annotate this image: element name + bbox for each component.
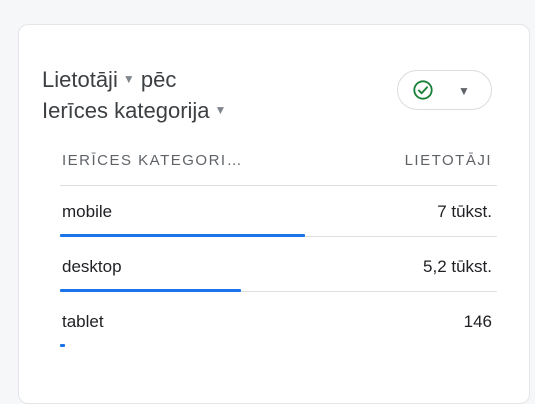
dimension-label: Ierīces kategorija [42, 98, 210, 124]
row-value: 5,2 tūkst. [423, 257, 492, 276]
header-divider [60, 185, 497, 186]
dimension-column-header[interactable]: IERĪCES KATEGORI… [62, 152, 243, 169]
share-bar [60, 289, 241, 292]
metric-column-header[interactable]: LIETOTĀJI [405, 152, 492, 169]
row-label: desktop [62, 257, 122, 276]
data-quality-button[interactable]: ▼ [397, 70, 492, 110]
row-label: tablet [62, 312, 104, 331]
row-value: 7 tūkst. [437, 202, 492, 221]
share-bar [60, 344, 65, 347]
share-bar [60, 234, 305, 237]
row-label: mobile [62, 202, 113, 221]
metric-dropdown-icon[interactable]: ▼ [123, 64, 135, 94]
card-title: Lietotāji ▼ pēc Ierīces kategorija ▼ [42, 65, 342, 127]
table-row[interactable]: desktop 5,2 tūkst. [60, 251, 497, 306]
metric-label: Lietotāji [42, 67, 118, 92]
check-circle-icon [413, 80, 433, 100]
table-row[interactable]: mobile 7 tūkst. [60, 196, 497, 251]
table-row[interactable]: tablet 146 [60, 306, 497, 361]
metric-selector[interactable]: Lietotāji ▼ [42, 67, 135, 92]
title-connector: pēc [140, 67, 177, 92]
row-value: 146 [463, 312, 492, 331]
dimension-selector[interactable]: Ierīces kategorija ▼ [42, 96, 342, 127]
dimension-dropdown-icon[interactable]: ▼ [215, 95, 227, 125]
chevron-down-icon: ▼ [458, 84, 470, 98]
